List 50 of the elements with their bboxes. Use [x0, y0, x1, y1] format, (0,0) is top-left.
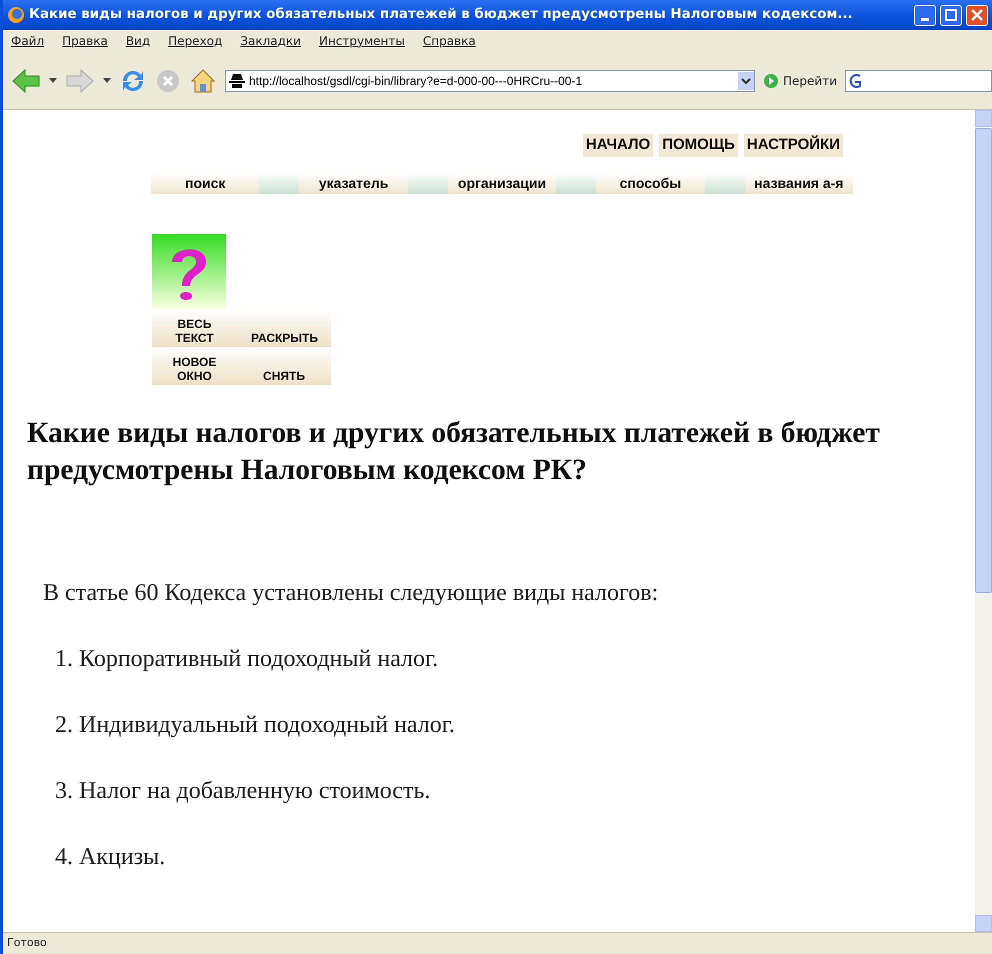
nav-link[interactable]: ПОМОЩЬ: [659, 134, 738, 156]
menu-item[interactable]: Справка: [422, 32, 476, 50]
menu-item[interactable]: Вид: [126, 32, 150, 50]
menu-item[interactable]: Инструменты: [318, 32, 405, 50]
nav-tab[interactable]: организации: [448, 172, 556, 194]
nav-link[interactable]: НАЧАЛО: [582, 134, 654, 156]
dropdown-icon[interactable]: [738, 72, 754, 90]
paragraph: В статье 60 Кодекса установлены следующие виды налогов:: [43, 578, 660, 606]
maximize-button[interactable]: [940, 4, 962, 26]
menu-item[interactable]: Правка: [62, 32, 108, 50]
tab-spacer: [704, 172, 745, 194]
document-action-button[interactable]: СНЯТЬ: [237, 346, 331, 384]
home-icon[interactable]: [189, 66, 217, 94]
paragraph: 2. Индивидуальный подоходный налог.: [55, 710, 456, 738]
nav-tab[interactable]: названия а-я: [744, 172, 854, 194]
dropdown-icon[interactable]: [49, 78, 57, 84]
nav-tab[interactable]: поиск: [151, 172, 260, 194]
paragraph: 3. Налог на добавленную стоимость.: [55, 776, 432, 804]
window-title: Какие виды налогов и других обязательных платежей в бюджет предусмотрены Налоговым кодексом...: [29, 6, 854, 24]
document-action-button[interactable]: НОВОЕ ОКНО: [152, 346, 237, 384]
menu-item[interactable]: Файл: [11, 32, 44, 50]
document-action-button[interactable]: ВЕСЬ ТЕКСТ: [152, 308, 237, 346]
close-icon: [971, 9, 983, 21]
go-button[interactable]: Перейти: [783, 72, 837, 90]
tab-spacer: [408, 172, 448, 194]
article-heading: Какие виды налогов и других обязательных платежей в бюджет предусмотрены Налоговым кодексом РК?: [27, 416, 881, 488]
tab-spacer: [259, 172, 300, 194]
go-icon[interactable]: [763, 72, 779, 88]
paragraph: 4. Акцизы.: [55, 842, 166, 870]
menu-item[interactable]: Закладки: [240, 32, 301, 50]
minimize-button[interactable]: [914, 4, 936, 26]
menu-item[interactable]: Переход: [168, 32, 222, 50]
dropdown-icon[interactable]: [103, 78, 111, 84]
close-button[interactable]: [966, 4, 988, 26]
status-text: Готово: [7, 935, 47, 952]
minimize-icon: [921, 18, 929, 20]
paragraph: 1. Корпоративный подоходный налог.: [55, 644, 440, 672]
scrollbar[interactable]: [975, 110, 992, 932]
maximize-icon: [945, 9, 957, 21]
document-action-button[interactable]: РАСКРЫТЬ: [237, 308, 331, 346]
tab-spacer: [556, 172, 596, 194]
nav-tab[interactable]: указатель: [299, 172, 408, 194]
nav-tab[interactable]: способы: [596, 172, 705, 194]
address-bar[interactable]: http://localhost/gsdl/cgi-bin/library?e=d-000-00---0HRCru--00-1: [225, 70, 755, 92]
page-icon: [229, 74, 245, 88]
nav-link[interactable]: НАСТРОЙКИ: [744, 134, 843, 156]
help-icon[interactable]: [152, 234, 226, 308]
browser-logo-icon: [7, 6, 25, 24]
search-field[interactable]: [845, 70, 992, 92]
back-icon[interactable]: [11, 68, 41, 94]
